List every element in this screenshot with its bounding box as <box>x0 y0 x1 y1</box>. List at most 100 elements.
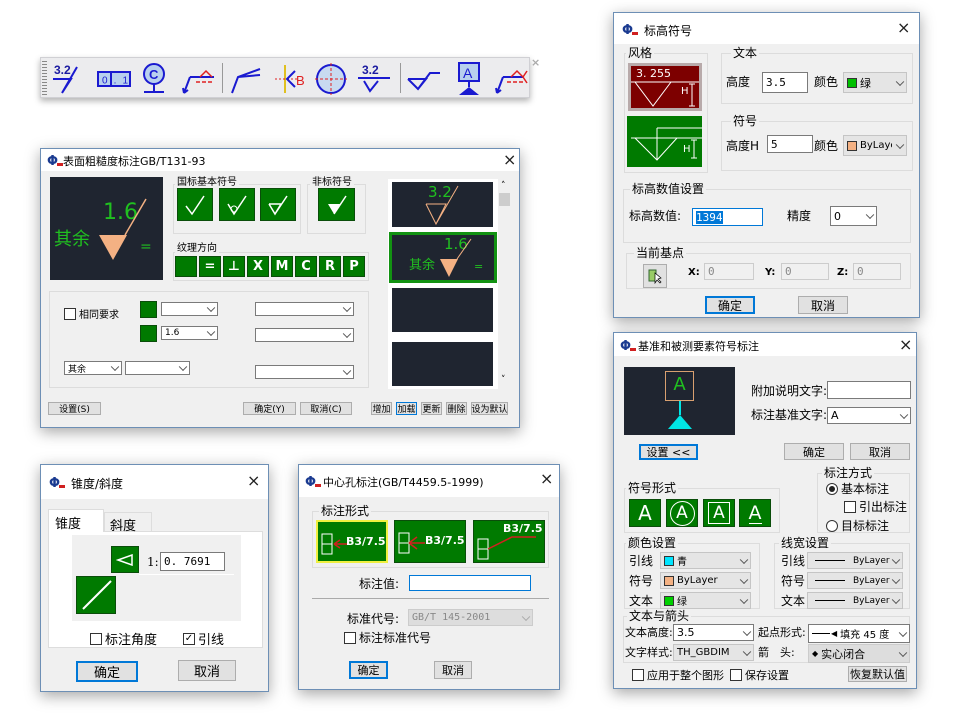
symbol-color-combo[interactable]: ByLayer <box>843 135 907 156</box>
form-option-3[interactable]: B3/7.5 <box>473 520 545 563</box>
toolbar-close-button[interactable]: × <box>531 56 540 69</box>
text-style-combo[interactable]: TH_GBDIM <box>673 644 754 661</box>
update-button[interactable]: 更新 <box>421 402 442 415</box>
leader-icon[interactable] <box>228 61 264 97</box>
apply-all-checkbox[interactable]: 应用于整个图形 <box>632 667 724 683</box>
value-combo-2[interactable]: 1.6 <box>161 326 218 340</box>
datum-text-combo[interactable]: A <box>827 407 911 424</box>
style-option-1[interactable]: 3. 255 H <box>628 63 702 111</box>
same-requirement-checkbox[interactable]: 相同要求 <box>64 306 119 321</box>
set-default-button[interactable]: 设为默认 <box>471 402 508 415</box>
form-plain-button[interactable]: A <box>629 499 661 527</box>
ok-button[interactable]: 确定 <box>705 296 755 314</box>
symbol-height-input[interactable]: 5 <box>767 135 813 153</box>
rest-combo[interactable]: 其余 <box>64 361 122 375</box>
color-combo[interactable]: ByLayer <box>660 572 751 589</box>
preset-item[interactable] <box>392 288 493 332</box>
datum-b-icon[interactable]: B <box>273 61 309 97</box>
elevation-value-input[interactable]: 1394 <box>692 208 763 226</box>
leader-weld-flag-icon[interactable] <box>493 61 529 97</box>
symbol-removal-button[interactable] <box>260 188 296 221</box>
save-settings-checkbox[interactable]: 保存设置 <box>730 667 789 683</box>
weld-symbol-icon[interactable] <box>406 61 442 97</box>
texture-button[interactable]: = <box>199 256 221 277</box>
texture-button[interactable]: M <box>271 256 293 277</box>
tab-slope[interactable]: 斜度 <box>104 512 152 534</box>
param-combo-2[interactable] <box>255 328 354 342</box>
start-form-combo[interactable]: ◀ 填充 45 度 <box>808 624 910 643</box>
scroll-thumb[interactable] <box>499 193 510 206</box>
pick-point-button[interactable] <box>643 264 667 288</box>
mode-target-radio[interactable]: 目标标注 <box>826 517 889 534</box>
form-option-1[interactable]: B3/7.5 <box>316 520 388 563</box>
slope-symbol-button[interactable] <box>76 576 116 614</box>
text-color-combo[interactable]: 绿 <box>843 72 907 93</box>
leader-mode-checkbox[interactable]: 引出标注 <box>844 498 907 515</box>
restore-defaults-button[interactable]: 恢复默认值 <box>848 666 907 682</box>
arrow-combo[interactable]: ◆ 实心闭合 <box>808 644 910 663</box>
preset-list[interactable]: 3.2 1.6 其余 = ˄ ˅ <box>388 179 511 389</box>
scroll-up-icon[interactable]: ˄ <box>501 181 506 191</box>
texture-button[interactable]: P <box>343 256 365 277</box>
style-option-2[interactable]: H <box>627 116 702 167</box>
preset-item[interactable] <box>392 342 493 386</box>
ok-button[interactable]: 确定(Y) <box>243 402 296 415</box>
form-square-button[interactable]: A <box>703 499 735 527</box>
leader-checkbox[interactable]: ✓ 引线 <box>183 629 224 648</box>
roughness-underline-icon[interactable]: 3.2 <box>356 61 392 97</box>
texture-button[interactable] <box>175 256 197 277</box>
standard-combo[interactable]: GB/T 145-2001 <box>408 609 533 626</box>
taper-symbol-button[interactable] <box>111 546 139 573</box>
color-swatch-button[interactable] <box>140 325 157 342</box>
texture-button[interactable]: X <box>247 256 269 277</box>
extra-text-input[interactable] <box>827 381 911 399</box>
tab-taper[interactable]: 锥度 <box>48 509 104 532</box>
rest-value-combo[interactable] <box>125 361 190 375</box>
cancel-button[interactable]: 取消 <box>798 296 848 314</box>
precision-combo[interactable]: 0 <box>830 206 877 226</box>
form-circle-button[interactable]: A <box>666 499 698 527</box>
datum-a-icon[interactable]: A <box>451 61 487 97</box>
mode-basic-radio[interactable]: 基本标注 <box>826 480 889 497</box>
scroll-down-icon[interactable]: ˅ <box>501 375 506 385</box>
geometric-tolerance-icon[interactable]: 0.1 <box>96 61 132 97</box>
annotate-angle-checkbox[interactable]: 标注角度 <box>90 629 157 648</box>
color-combo[interactable]: 绿 <box>660 592 751 609</box>
list-scrollbar[interactable]: ˄ ˅ <box>498 179 511 389</box>
cancel-button[interactable]: 取消 <box>434 661 472 679</box>
ok-button[interactable]: 确定 <box>349 661 388 679</box>
color-combo[interactable]: 青 <box>660 552 751 569</box>
roughness-3.2-icon[interactable]: 3.2 <box>51 61 87 97</box>
text-height-input[interactable]: 3.5 <box>762 72 808 93</box>
texture-button[interactable]: C <box>295 256 317 277</box>
texture-button[interactable]: R <box>319 256 341 277</box>
show-standard-checkbox[interactable]: 标注标准代号 <box>344 629 431 646</box>
add-button[interactable]: 增加 <box>371 402 392 415</box>
cancel-button[interactable]: 取消(C) <box>300 402 352 415</box>
close-button[interactable]: × <box>899 337 912 353</box>
settings-button[interactable]: 设置(S) <box>48 402 101 415</box>
ok-button[interactable]: 确定 <box>784 443 844 460</box>
close-button[interactable]: × <box>247 473 260 489</box>
param-combo-3[interactable] <box>255 365 354 379</box>
width-combo[interactable]: ByLayer <box>807 592 903 609</box>
ok-button[interactable]: 确定 <box>76 661 138 682</box>
preset-item-selected[interactable]: 1.6 其余 = <box>389 232 497 283</box>
symbol-nonstd-button[interactable] <box>318 188 355 221</box>
close-button[interactable]: × <box>503 152 516 168</box>
color-swatch-button[interactable] <box>140 301 157 318</box>
center-hole-icon[interactable] <box>313 61 349 97</box>
width-combo[interactable]: ByLayer <box>807 572 903 589</box>
value-combo-1[interactable] <box>161 302 218 316</box>
z-input[interactable]: 0 <box>853 263 901 280</box>
form-option-2[interactable]: B3/7.5 <box>394 520 466 563</box>
text-height-combo[interactable]: 3.5 <box>673 624 754 641</box>
texture-button[interactable]: ⊥ <box>223 256 245 277</box>
value-input[interactable] <box>409 575 531 591</box>
y-input[interactable]: 0 <box>781 263 829 280</box>
preset-item[interactable]: 3.2 <box>392 182 493 227</box>
cancel-button[interactable]: 取消 <box>178 660 236 681</box>
load-button[interactable]: 加载 <box>396 402 417 415</box>
cancel-button[interactable]: 取消 <box>850 443 910 460</box>
ratio-input[interactable]: 0. 7691 <box>160 552 225 571</box>
